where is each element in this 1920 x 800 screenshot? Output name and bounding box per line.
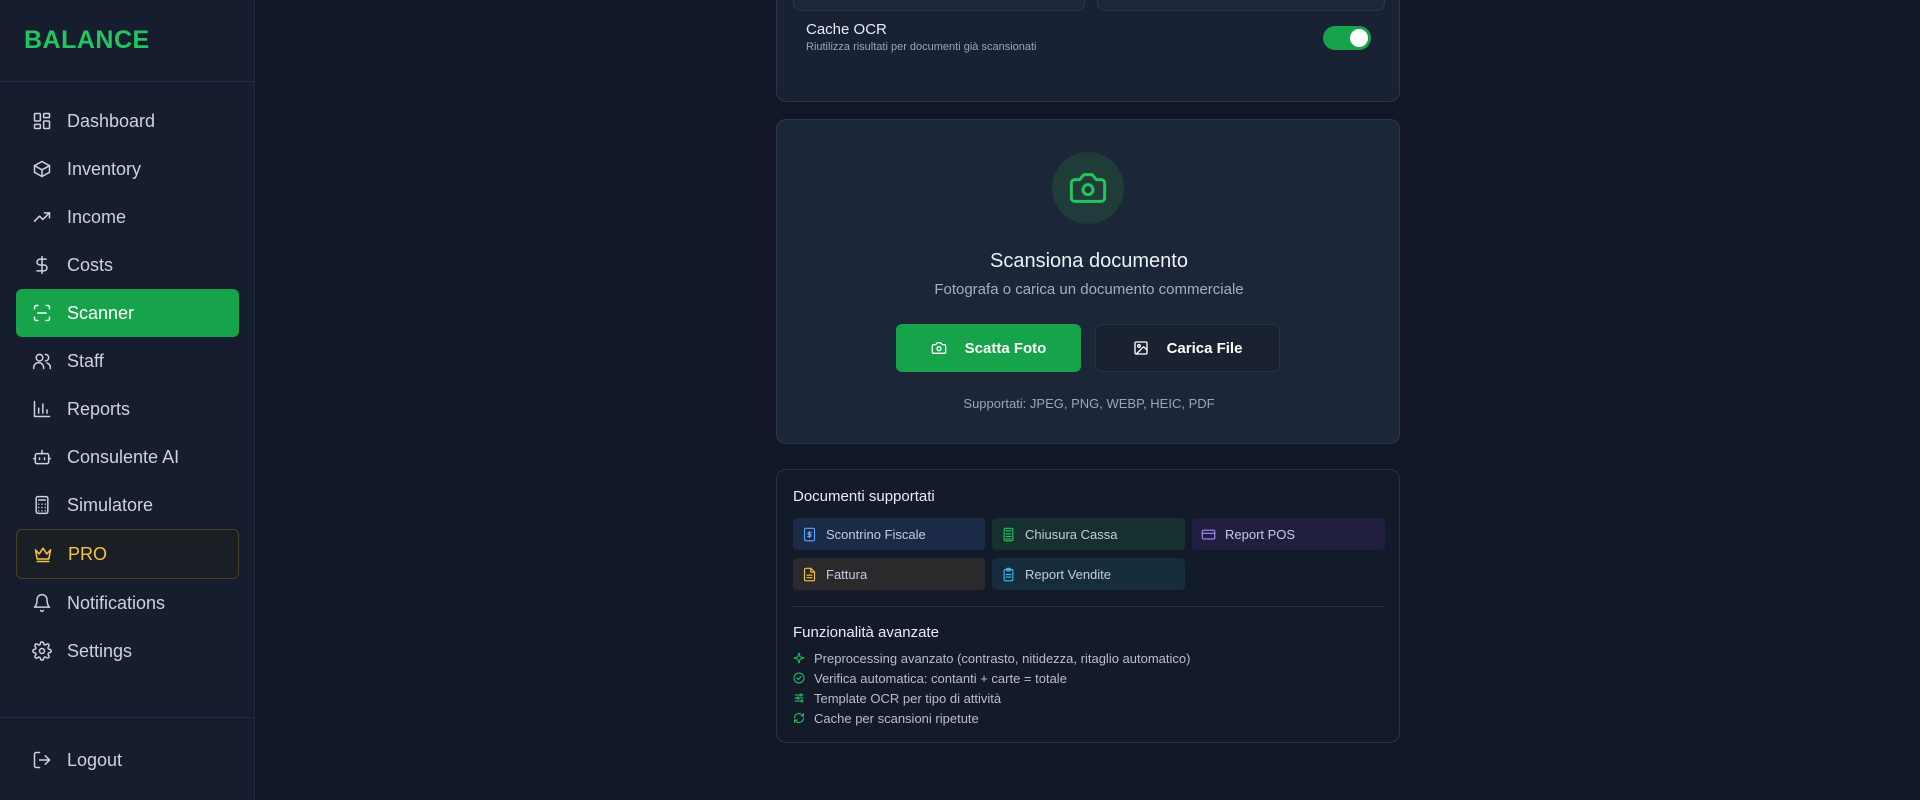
feature-label: Preprocessing avanzato (contrasto, nitid… bbox=[814, 650, 1191, 666]
sidebar-item-settings[interactable]: Settings bbox=[16, 627, 239, 675]
sidebar-item-label: Scanner bbox=[67, 302, 135, 323]
sidebar-item-label: Income bbox=[67, 206, 127, 227]
camera-icon bbox=[1069, 173, 1107, 203]
feature-templates: Template OCR per tipo di attività bbox=[793, 688, 1001, 708]
sidebar-item-label: Reports bbox=[67, 398, 131, 419]
chip-label: Report Vendite bbox=[1025, 566, 1112, 582]
bar-chart-icon bbox=[32, 399, 52, 419]
sidebar-item-label: Consulente AI bbox=[67, 446, 180, 467]
advanced-features-title: Funzionalità avanzate bbox=[793, 624, 939, 641]
sidebar-item-label: Dashboard bbox=[67, 110, 156, 131]
chip-scontrino-fiscale: Scontrino Fiscale bbox=[793, 518, 985, 550]
sidebar-item-label: Settings bbox=[67, 640, 133, 661]
take-photo-button[interactable]: Scatta Foto bbox=[896, 324, 1081, 372]
check-circle-icon bbox=[793, 672, 805, 684]
sparkle-icon bbox=[793, 652, 805, 664]
cache-ocr-toggle[interactable] bbox=[1323, 26, 1371, 50]
receipt-icon bbox=[803, 527, 816, 541]
chip-report-vendite: Report Vendite bbox=[992, 558, 1185, 590]
logout-label: Logout bbox=[67, 749, 123, 770]
sliders-icon bbox=[794, 693, 804, 703]
sidebar-item-label: PRO bbox=[68, 543, 108, 564]
scan-icon bbox=[32, 303, 52, 323]
bell-icon bbox=[32, 593, 52, 613]
camera-icon bbox=[931, 342, 946, 354]
camera-badge bbox=[1052, 152, 1124, 224]
feature-label: Template OCR per tipo di attività bbox=[814, 690, 1002, 706]
file-text-icon bbox=[803, 567, 816, 581]
feature-label: Verifica automatica: contanti + carte = … bbox=[814, 670, 1067, 686]
sidebar-item-reports[interactable]: Reports bbox=[16, 385, 239, 433]
feature-cache: Cache per scansioni ripetute bbox=[793, 708, 979, 728]
sidebar-item-staff[interactable]: Staff bbox=[16, 337, 239, 385]
sidebar: BALANCE Dashboard Inventory Income Costs… bbox=[0, 0, 255, 800]
sidebar-divider-top bbox=[0, 81, 255, 82]
trending-up-icon bbox=[32, 207, 52, 227]
box-icon bbox=[32, 159, 52, 179]
sidebar-item-consulente-ai[interactable]: Consulente AI bbox=[16, 433, 239, 481]
sidebar-item-label: Costs bbox=[67, 254, 114, 275]
cache-ocr-title: Cache OCR bbox=[806, 21, 887, 38]
chip-report-pos: Report POS bbox=[1192, 518, 1385, 550]
calculator-icon bbox=[32, 495, 52, 515]
dollar-icon bbox=[32, 255, 52, 275]
dashboard-grid-icon bbox=[32, 111, 52, 131]
sidebar-nav: Dashboard Inventory Income Costs Scanner… bbox=[16, 97, 239, 675]
users-icon bbox=[32, 351, 52, 371]
ocr-settings-card: Cache OCR Riutilizza risultati per docum… bbox=[776, 0, 1400, 102]
sidebar-item-dashboard[interactable]: Dashboard bbox=[16, 97, 239, 145]
sidebar-item-costs[interactable]: Costs bbox=[16, 241, 239, 289]
chip-fattura: Fattura bbox=[793, 558, 985, 590]
feature-label: Cache per scansioni ripetute bbox=[814, 710, 979, 726]
clipboard-icon bbox=[1003, 567, 1014, 581]
cache-ocr-subtitle: Riutilizza risultati per documenti già s… bbox=[806, 41, 1037, 53]
sidebar-item-label: Simulatore bbox=[67, 494, 154, 515]
sidebar-item-label: Inventory bbox=[67, 158, 142, 179]
feature-preprocessing: Preprocessing avanzato (contrasto, nitid… bbox=[793, 648, 1190, 668]
chip-label: Chiusura Cassa bbox=[1025, 526, 1118, 542]
upload-file-button[interactable]: Carica File bbox=[1095, 324, 1280, 372]
sidebar-divider-bottom bbox=[0, 717, 255, 718]
logout-icon bbox=[32, 750, 52, 770]
supported-docs-title: Documenti supportati bbox=[793, 488, 935, 505]
upload-file-label: Carica File bbox=[1166, 339, 1243, 357]
sidebar-item-scanner[interactable]: Scanner bbox=[16, 289, 239, 337]
brand-logo: BALANCE bbox=[24, 26, 150, 54]
sidebar-item-pro[interactable]: PRO bbox=[16, 529, 239, 579]
scan-subtitle: Fotografa o carica un documento commerci… bbox=[934, 281, 1244, 298]
crown-icon bbox=[33, 544, 53, 564]
sidebar-item-label: Notifications bbox=[67, 592, 166, 613]
sidebar-item-inventory[interactable]: Inventory bbox=[16, 145, 239, 193]
toggle-knob bbox=[1350, 29, 1368, 47]
supported-docs-card: Documenti supportati Scontrino Fiscale C… bbox=[776, 469, 1400, 743]
sidebar-item-notifications[interactable]: Notifications bbox=[16, 579, 239, 627]
docs-divider bbox=[793, 606, 1385, 607]
scan-card: Scansiona documento Fotografa o carica u… bbox=[776, 119, 1400, 444]
gear-icon bbox=[32, 641, 52, 661]
supported-formats: Supportati: JPEG, PNG, WEBP, HEIC, PDF bbox=[963, 396, 1215, 411]
logout-button[interactable]: Logout bbox=[16, 736, 239, 784]
take-photo-label: Scatta Foto bbox=[964, 339, 1047, 357]
chip-label: Report POS bbox=[1225, 526, 1296, 542]
sidebar-item-simulatore[interactable]: Simulatore bbox=[16, 481, 239, 529]
setting-field-right[interactable] bbox=[1097, 0, 1385, 11]
sidebar-item-label: Staff bbox=[67, 350, 104, 371]
image-icon bbox=[1133, 341, 1148, 355]
bot-icon bbox=[32, 447, 52, 467]
chip-label: Fattura bbox=[826, 566, 868, 582]
feature-verification: Verifica automatica: contanti + carte = … bbox=[793, 668, 1067, 688]
refresh-icon bbox=[794, 713, 804, 723]
calculator-icon bbox=[1003, 527, 1014, 541]
sidebar-item-income[interactable]: Income bbox=[16, 193, 239, 241]
scan-title: Scansiona documento bbox=[990, 250, 1188, 272]
chip-chiusura-cassa: Chiusura Cassa bbox=[992, 518, 1185, 550]
chip-label: Scontrino Fiscale bbox=[826, 526, 926, 542]
setting-field-left[interactable] bbox=[793, 0, 1085, 11]
credit-card-icon bbox=[1201, 529, 1216, 539]
